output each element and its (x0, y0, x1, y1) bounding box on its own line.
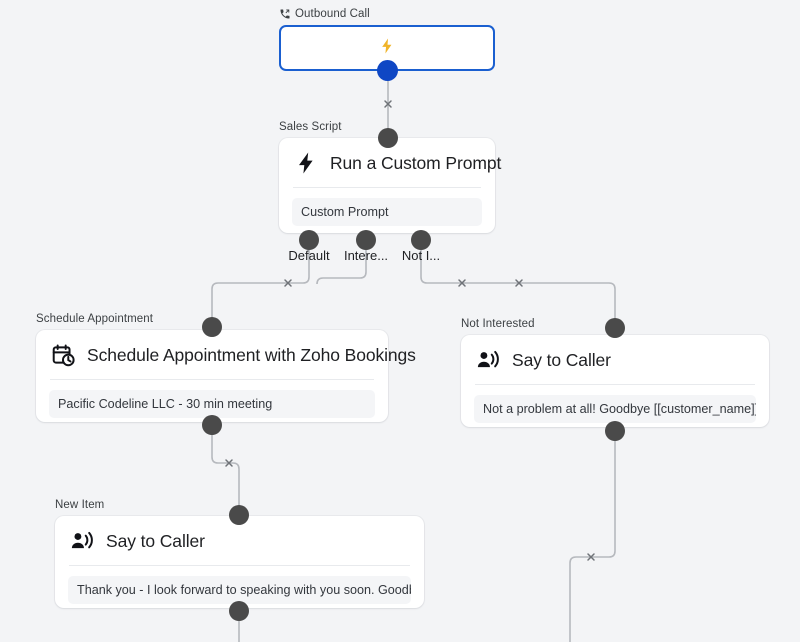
sales-script-output-label-not-interested: Not I... (401, 248, 441, 263)
calendar-clock-icon (50, 342, 76, 368)
not-interested-source-handle[interactable] (605, 421, 625, 441)
edge-delete-icon (458, 279, 466, 287)
workflow-canvas[interactable]: Outbound Call Sales Script Run a Custom … (0, 0, 800, 642)
new-item-source-handle[interactable] (229, 601, 249, 621)
not-interested-title: Say to Caller (512, 349, 611, 370)
say-to-caller-icon (69, 528, 95, 554)
schedule-appointment-title: Schedule Appointment with Zoho Bookings (87, 344, 416, 365)
sales-script-node-label: Sales Script (279, 121, 342, 133)
sales-script-label-text: Sales Script (279, 121, 342, 133)
not-interested-target-handle[interactable] (605, 318, 625, 338)
schedule-appointment-node[interactable]: Schedule Appointment with Zoho Bookings … (36, 330, 416, 422)
outbound-call-icon (279, 8, 291, 20)
outbound-call-node-label: Outbound Call (279, 8, 370, 20)
sales-script-title: Run a Custom Prompt (330, 152, 502, 173)
sales-script-prompt-field[interactable]: Custom Prompt (292, 198, 482, 226)
schedule-appointment-header: Schedule Appointment with Zoho Bookings (36, 330, 416, 379)
not-interested-node-label: Not Interested (461, 318, 535, 330)
new-item-node-label: New Item (55, 499, 104, 511)
new-item-title: Say to Caller (106, 530, 205, 551)
sales-script-output-handle-not-interested[interactable] (411, 230, 431, 250)
sales-script-target-handle[interactable] (378, 128, 398, 148)
edge-delete-icon (515, 279, 523, 287)
not-interested-node[interactable]: Say to Caller Not a problem at all! Good… (461, 335, 769, 427)
schedule-appointment-target-handle[interactable] (202, 317, 222, 337)
lightning-bolt-icon (378, 37, 396, 60)
edge-delete-icon (225, 459, 233, 467)
schedule-appointment-node-label: Schedule Appointment (36, 313, 153, 325)
new-item-node[interactable]: Say to Caller Thank you - I look forward… (55, 516, 424, 608)
not-interested-label-text: Not Interested (461, 318, 535, 330)
edge-delete-icon (284, 279, 292, 287)
say-to-caller-icon (475, 347, 501, 373)
schedule-appointment-source-handle[interactable] (202, 415, 222, 435)
new-item-label-text: New Item (55, 499, 105, 511)
schedule-appointment-meeting-field[interactable]: Pacific Codeline LLC - 30 min meeting (49, 390, 375, 418)
sales-script-output-handle-default[interactable] (299, 230, 319, 250)
sales-script-output-label-interested: Intere... (343, 248, 389, 263)
not-interested-message-field[interactable]: Not a problem at all! Goodbye [[customer… (474, 395, 756, 423)
outbound-call-label-text: Outbound Call (295, 8, 370, 20)
outbound-call-source-handle[interactable] (377, 60, 398, 81)
new-item-message-field[interactable]: Thank you - I look forward to speaking w… (68, 576, 411, 604)
schedule-appointment-label-text: Schedule Appointment (36, 313, 154, 325)
sales-script-output-handle-interested[interactable] (356, 230, 376, 250)
sales-script-node[interactable]: Run a Custom Prompt Custom Prompt (279, 138, 501, 233)
lightning-bolt-icon (293, 150, 319, 176)
edge-delete-icon (587, 553, 595, 561)
not-interested-header: Say to Caller (461, 335, 769, 384)
sales-script-output-label-default: Default (288, 248, 330, 263)
edge-delete-icon (384, 100, 392, 108)
new-item-target-handle[interactable] (229, 505, 249, 525)
